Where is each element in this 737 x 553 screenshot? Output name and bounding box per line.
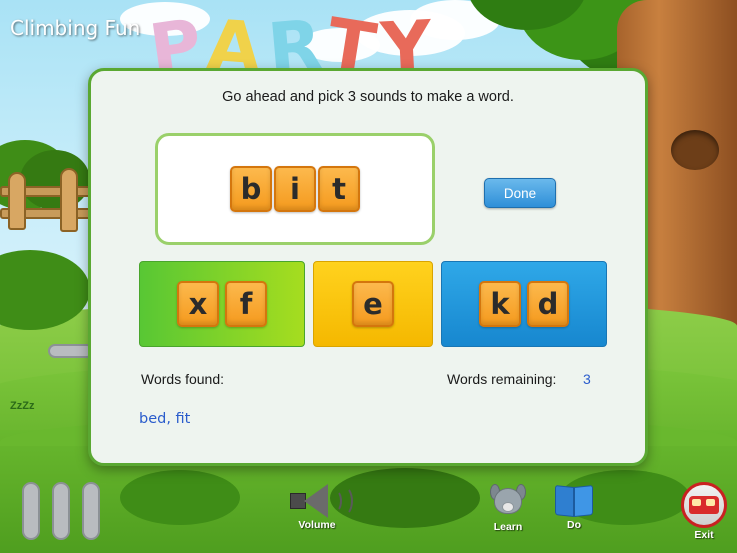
letter-tile[interactable]: e [352, 281, 394, 327]
game-screen: PARTY ZzZz Climbing Fun Go ahead and pic… [0, 0, 737, 553]
word-tile[interactable]: b [230, 166, 272, 212]
bush [20, 150, 90, 210]
instruction-text: Go ahead and pick 3 sounds to make a wor… [222, 89, 514, 105]
fence-post [60, 168, 78, 232]
zzz-decoration: ZzZz [10, 400, 35, 412]
letter-tile[interactable]: k [479, 281, 521, 327]
learn-button[interactable]: Learn [478, 484, 538, 533]
bone-decoration [52, 482, 70, 540]
words-remaining-label: Words remaining: [447, 371, 557, 387]
words-remaining-value: 3 [583, 371, 591, 387]
dog-icon [488, 484, 528, 520]
current-word-tiles: b i t [158, 136, 432, 242]
done-button[interactable]: Done [484, 178, 556, 208]
word-tile[interactable]: i [274, 166, 316, 212]
exit-label: Exit [694, 529, 714, 541]
do-button[interactable]: Do [546, 484, 602, 531]
page-title: Climbing Fun [10, 16, 141, 40]
letter-tile[interactable]: x [177, 281, 219, 327]
current-word-panel: b i t [155, 133, 435, 245]
words-found-list: bed, fit [139, 411, 191, 427]
fence-post [8, 172, 26, 230]
sound-group-yellow[interactable]: e [313, 261, 433, 347]
volume-button[interactable]: Volume [278, 484, 356, 531]
bush [120, 470, 240, 525]
tree-hole [671, 130, 719, 170]
volume-label: Volume [298, 519, 336, 531]
learn-label: Learn [493, 521, 523, 533]
word-tile[interactable]: t [318, 166, 360, 212]
sound-group-green[interactable]: x f [139, 261, 305, 347]
words-found-label: Words found: [141, 371, 225, 387]
sound-group-blue[interactable]: k d [441, 261, 607, 347]
bus-icon [681, 482, 727, 528]
do-label: Do [567, 519, 581, 531]
speaker-icon [290, 484, 353, 518]
exit-button[interactable]: Exit [676, 482, 732, 541]
bone-decoration [82, 482, 100, 540]
book-icon [555, 484, 593, 518]
letter-tile[interactable]: d [527, 281, 569, 327]
bone-decoration [22, 482, 40, 540]
letter-tile[interactable]: f [225, 281, 267, 327]
word-builder-dialog: Go ahead and pick 3 sounds to make a wor… [88, 68, 648, 466]
